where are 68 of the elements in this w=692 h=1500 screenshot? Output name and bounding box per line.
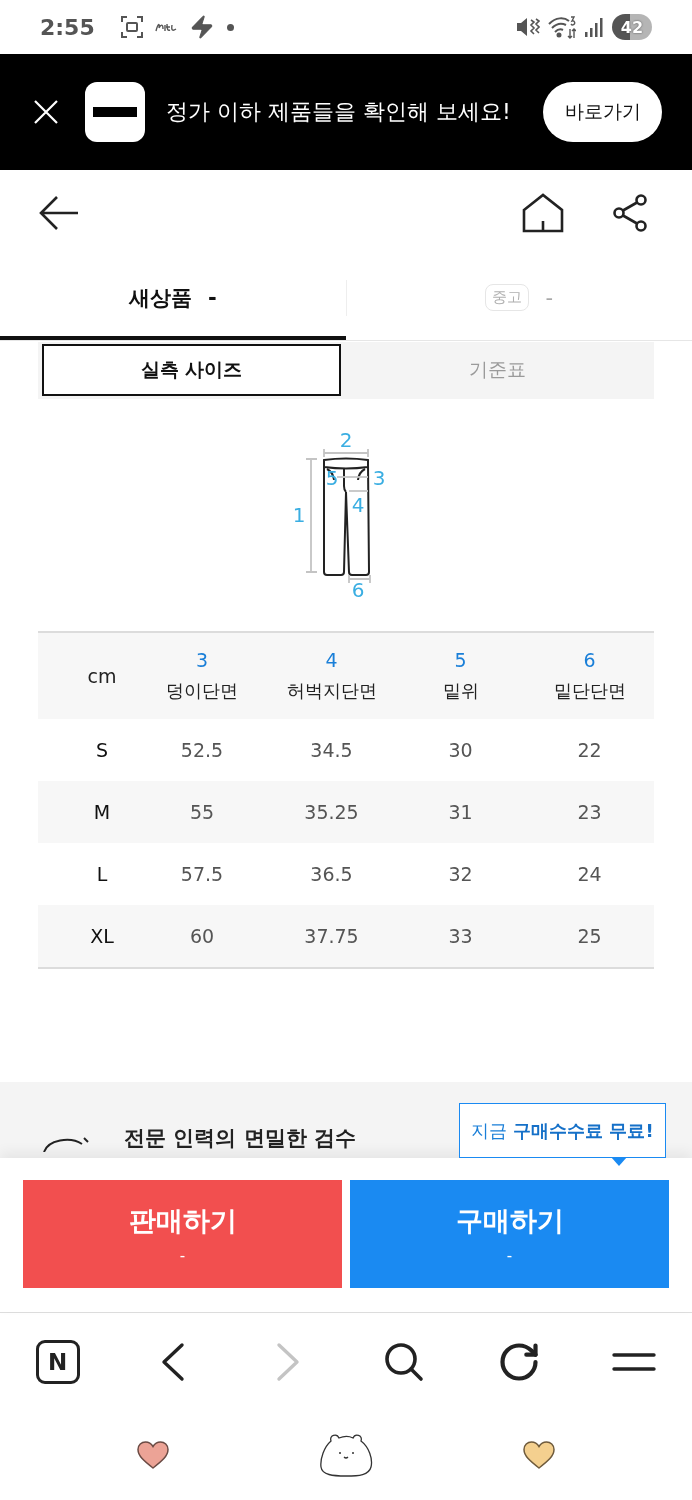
column-number: 5 (454, 649, 467, 671)
home-button[interactable] (522, 192, 564, 233)
size-cell: L (96, 863, 108, 885)
table-cell: 31 (448, 801, 473, 823)
table-cell: 60 (189, 925, 215, 947)
dimension-line (348, 574, 371, 584)
dimension-line (323, 448, 369, 458)
condition-tab[interactable]: 새상품 - (0, 255, 346, 340)
table-cell: 30 (448, 739, 473, 761)
unit-label: cm (87, 665, 117, 687)
size-cell: M (93, 801, 111, 823)
table-cell: 57.5 (180, 863, 224, 885)
column-heading: 덩이단면 (166, 679, 238, 703)
measure-label: 4 (351, 493, 365, 517)
size-cell: XL (90, 925, 114, 947)
column-number: 6 (583, 649, 596, 671)
tooltip-pointer-icon (611, 1156, 627, 1166)
browser-back-button[interactable] (161, 1341, 185, 1382)
column-number: 4 (325, 649, 338, 671)
sell-button[interactable]: 판매하기 - (23, 1180, 342, 1288)
inspection-title: 전문 인력의 면밀한 검수 (124, 1125, 356, 1152)
app-logo-icon (85, 82, 145, 142)
column-number: 3 (195, 649, 209, 671)
measure-label: 2 (339, 428, 353, 452)
table-cell: 25 (577, 925, 602, 947)
vibrate-speaker-icon (516, 16, 540, 38)
heart-icon[interactable] (136, 1440, 170, 1470)
dimension-line (336, 476, 369, 478)
table-cell: 52.5 (180, 739, 224, 761)
signal-icon (584, 17, 604, 37)
banner-message: 정가 이하 제품들을 확인해 보세요! (166, 98, 511, 126)
measure-label: 3 (372, 466, 386, 490)
column-heading: 밑단단면 (553, 679, 626, 703)
buy-button[interactable]: 구매하기 - (350, 1180, 669, 1288)
app-notification-icon (154, 21, 177, 33)
share-button[interactable] (612, 193, 648, 232)
table-cell: 55 (189, 801, 215, 823)
table-cell: 22 (577, 739, 602, 761)
back-arrow-button[interactable] (38, 194, 78, 231)
measure-label: 1 (292, 503, 306, 527)
close-button[interactable] (33, 99, 59, 125)
column-heading: 허벅지단면 (286, 679, 377, 703)
column-heading: 밑위 (442, 679, 479, 703)
wifi-icon (548, 15, 576, 39)
table-cell: 34.5 (310, 739, 353, 761)
size-cell: S (95, 739, 109, 761)
fee-tooltip: 지금 구매수수료 무료! (459, 1103, 666, 1158)
table-cell: 37.75 (304, 925, 359, 947)
table-cell: 32 (448, 863, 473, 885)
screenshot-icon (120, 16, 143, 38)
table-cell: 36.5 (310, 863, 353, 885)
circle-outline-icon (40, 1134, 90, 1152)
menu-button[interactable] (612, 1351, 657, 1372)
n-logo-button[interactable]: N (35, 1339, 80, 1384)
measure-label: 5 (325, 466, 339, 490)
table-cell: 23 (577, 801, 602, 823)
table-cell: 24 (577, 863, 602, 885)
table-cell: 35.25 (304, 801, 359, 823)
size-tab[interactable]: 실측 사이즈 (42, 344, 341, 396)
dot-icon (226, 23, 234, 31)
measure-label: 6 (351, 578, 365, 602)
shortcut-button[interactable]: 바로가기 (543, 82, 662, 142)
dimension-line (348, 490, 369, 492)
clock-time: 2:55 (40, 14, 95, 40)
bear-face-icon[interactable] (319, 1433, 373, 1477)
heart-icon[interactable] (522, 1440, 556, 1470)
search-button[interactable] (383, 1341, 424, 1382)
table-cell: 33 (448, 925, 473, 947)
